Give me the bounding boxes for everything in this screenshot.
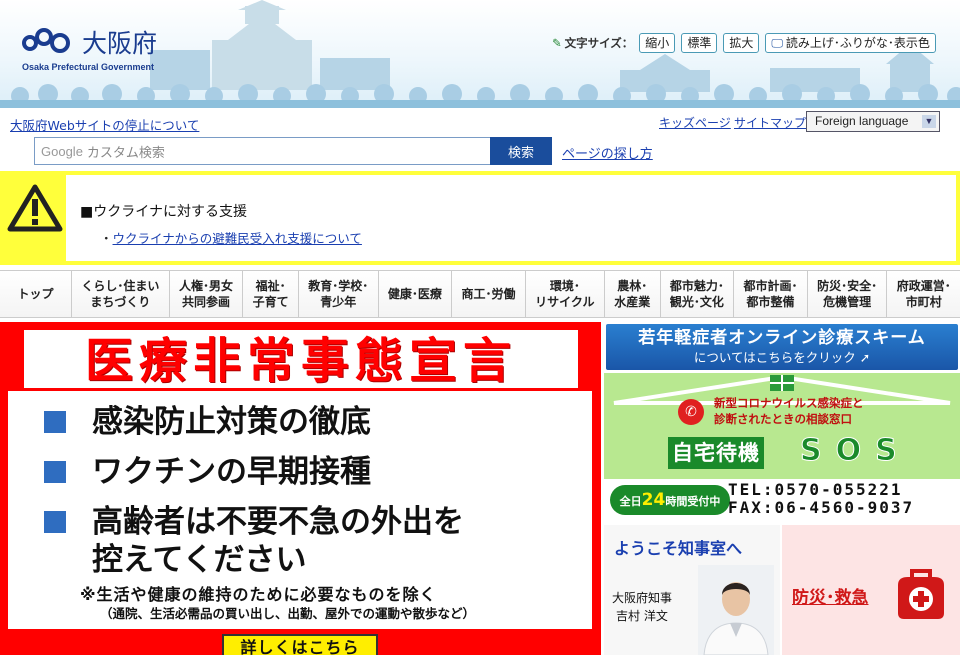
google-label: Google: [41, 143, 83, 159]
search-input[interactable]: Google カスタム検索: [34, 137, 490, 165]
governor-name: 吉村 洋文: [616, 609, 668, 623]
language-select[interactable]: Foreign language ▼: [806, 111, 940, 132]
global-nav: トップ くらし･住まい まちづくり 人権･男女 共同参画 福祉･ 子育て 教育･…: [0, 270, 960, 318]
nav-education[interactable]: 教育･学校･ 青少年: [298, 271, 379, 317]
sos-fax: FAX:06-4560-9037: [728, 498, 915, 517]
nav-commerce[interactable]: 商工･労働: [452, 271, 526, 317]
search-button[interactable]: 検索: [490, 137, 552, 165]
nav-city-attraction[interactable]: 都市魅力･ 観光･文化: [660, 271, 735, 317]
nav-welfare[interactable]: 福祉･ 子育て: [243, 271, 299, 317]
cursor-icon: ➚: [859, 350, 871, 365]
sos-tel: TEL:0570-055221: [728, 480, 903, 499]
kids-page-link[interactable]: キッズページ: [659, 114, 731, 131]
site-header: 大阪府 Osaka Prefectural Government ✎ 文字サイズ…: [0, 0, 960, 108]
youth-online-clinic-banner[interactable]: 若年軽症者オンライン診療スキーム についてはこちらをクリック ➚: [604, 322, 960, 372]
warning-icon: [7, 184, 63, 232]
disaster-emergency-link[interactable]: 防災･救急: [792, 583, 869, 608]
alert-icon-box: [4, 175, 66, 261]
alert-title: ■ウクライナに対する支援: [80, 204, 247, 220]
nav-city-planning[interactable]: 都市計画･ 都市整備: [734, 271, 808, 317]
disaster-emergency-card[interactable]: 防災･救急: [782, 525, 960, 655]
emergency-details-button[interactable]: 詳しくはこちら: [222, 634, 378, 655]
sos-description: 診断されたときの相談窓口: [714, 412, 852, 426]
emergency-item: ワクチンの早期接種: [44, 453, 371, 491]
font-standard-button[interactable]: 標準: [681, 33, 718, 53]
logo-subtitle: Osaka Prefectural Government: [22, 62, 155, 72]
blue-square-icon: [44, 511, 66, 533]
medical-emergency-banner[interactable]: 医療非常事態宣言 感染防止対策の徹底 ワクチンの早期接種 高齢者は不要不急の外出…: [0, 322, 601, 655]
sos-description: 新型コロナウイルス感染症と: [714, 396, 864, 410]
ukraine-alert-box: ■ウクライナに対する支援 ・ウクライナからの避難民受入れ支援について: [0, 171, 960, 265]
osaka-emblem-icon: [22, 28, 70, 53]
emergency-title-box: 医療非常事態宣言: [22, 328, 580, 390]
sos-home-label: 自宅待機: [668, 437, 764, 469]
phone-icon: ✆: [678, 399, 704, 425]
sos-word: SOS: [800, 433, 911, 469]
read-aloud-button[interactable]: 🖵 読み上げ･ふりがな･表示色: [765, 33, 936, 53]
emergency-note: ※生活や健康の維持のために必要なものを除く: [80, 585, 437, 604]
nav-human-rights[interactable]: 人権･男女 共同参画: [169, 271, 244, 317]
font-size-label: ✎ 文字サイズ：: [552, 36, 634, 50]
first-aid-bag-icon: [898, 569, 944, 619]
governor-portrait: [698, 565, 774, 655]
governor-role: 大阪府知事: [612, 591, 673, 605]
blue-square-icon: [44, 461, 66, 483]
pencil-icon: ✎: [552, 36, 562, 50]
font-small-button[interactable]: 縮小: [639, 33, 676, 53]
font-large-button[interactable]: 拡大: [723, 33, 760, 53]
font-size-controls: ✎ 文字サイズ： 縮小 標準 拡大 🖵 読み上げ･ふりがな･表示色: [552, 33, 936, 53]
nav-agriculture[interactable]: 農林･ 水産業: [604, 271, 661, 317]
24h-badge: 全日24時間受付中: [610, 485, 730, 515]
nav-living[interactable]: くらし･住まい まちづくり: [72, 271, 170, 317]
emergency-item: 感染防止対策の徹底: [44, 403, 371, 441]
utility-bar: 大阪府Webサイトの停止について キッズページ サイトマップ Foreign l…: [0, 108, 960, 134]
youth-banner-sub: についてはこちらをクリック ➚: [693, 350, 871, 365]
chevron-down-icon: ▼: [922, 115, 936, 128]
blue-square-icon: [44, 411, 66, 433]
search-placeholder: カスタム検索: [86, 145, 165, 161]
governor-office-card[interactable]: ようこそ知事室へ 大阪府知事 吉村 洋文: [604, 525, 780, 655]
nav-health[interactable]: 健康･医療: [378, 271, 453, 317]
sitemap-link[interactable]: サイトマップ: [734, 114, 806, 131]
logo-text: 大阪府: [82, 29, 158, 58]
emergency-note-examples: （通院、生活必需品の買い出し、出勤、屋外での運動や散歩など）: [100, 606, 476, 621]
home-quarantine-sos-banner[interactable]: ✆ 新型コロナウイルス感染症と 診断されたときの相談窓口 自宅待機 SOS 全日…: [604, 373, 960, 521]
ukraine-evacuee-link[interactable]: ウクライナからの避難民受入れ支援について: [113, 231, 362, 246]
emergency-body: 感染防止対策の徹底 ワクチンの早期接種 高齢者は不要不急の外出を 控えてください…: [8, 391, 592, 629]
page-find-link[interactable]: ページの探し方: [562, 143, 653, 162]
monitor-icon: 🖵: [771, 36, 783, 50]
search-row: Google カスタム検索 検索 ページの探し方: [0, 134, 960, 168]
nav-disaster-safety[interactable]: 防災･安全･ 危機管理: [807, 271, 888, 317]
emergency-item: 高齢者は不要不急の外出を 控えてください: [44, 503, 464, 579]
emergency-title: 医療非常事態宣言: [84, 333, 517, 389]
governor-office-title: ようこそ知事室へ: [614, 539, 743, 558]
alert-link-row: ・ウクライナからの避難民受入れ支援について: [100, 231, 362, 246]
nav-environment[interactable]: 環境･ リサイクル: [525, 271, 605, 317]
youth-banner-title: 若年軽症者オンライン診療スキーム: [638, 328, 926, 348]
site-stop-notice-link[interactable]: 大阪府Webサイトの停止について: [10, 115, 199, 134]
sos-contact-numbers: TEL:0570-055221 FAX:06-4560-9037: [728, 481, 914, 517]
nav-administration[interactable]: 府政運営･ 市町村: [887, 271, 960, 317]
nav-top[interactable]: トップ: [0, 271, 72, 317]
